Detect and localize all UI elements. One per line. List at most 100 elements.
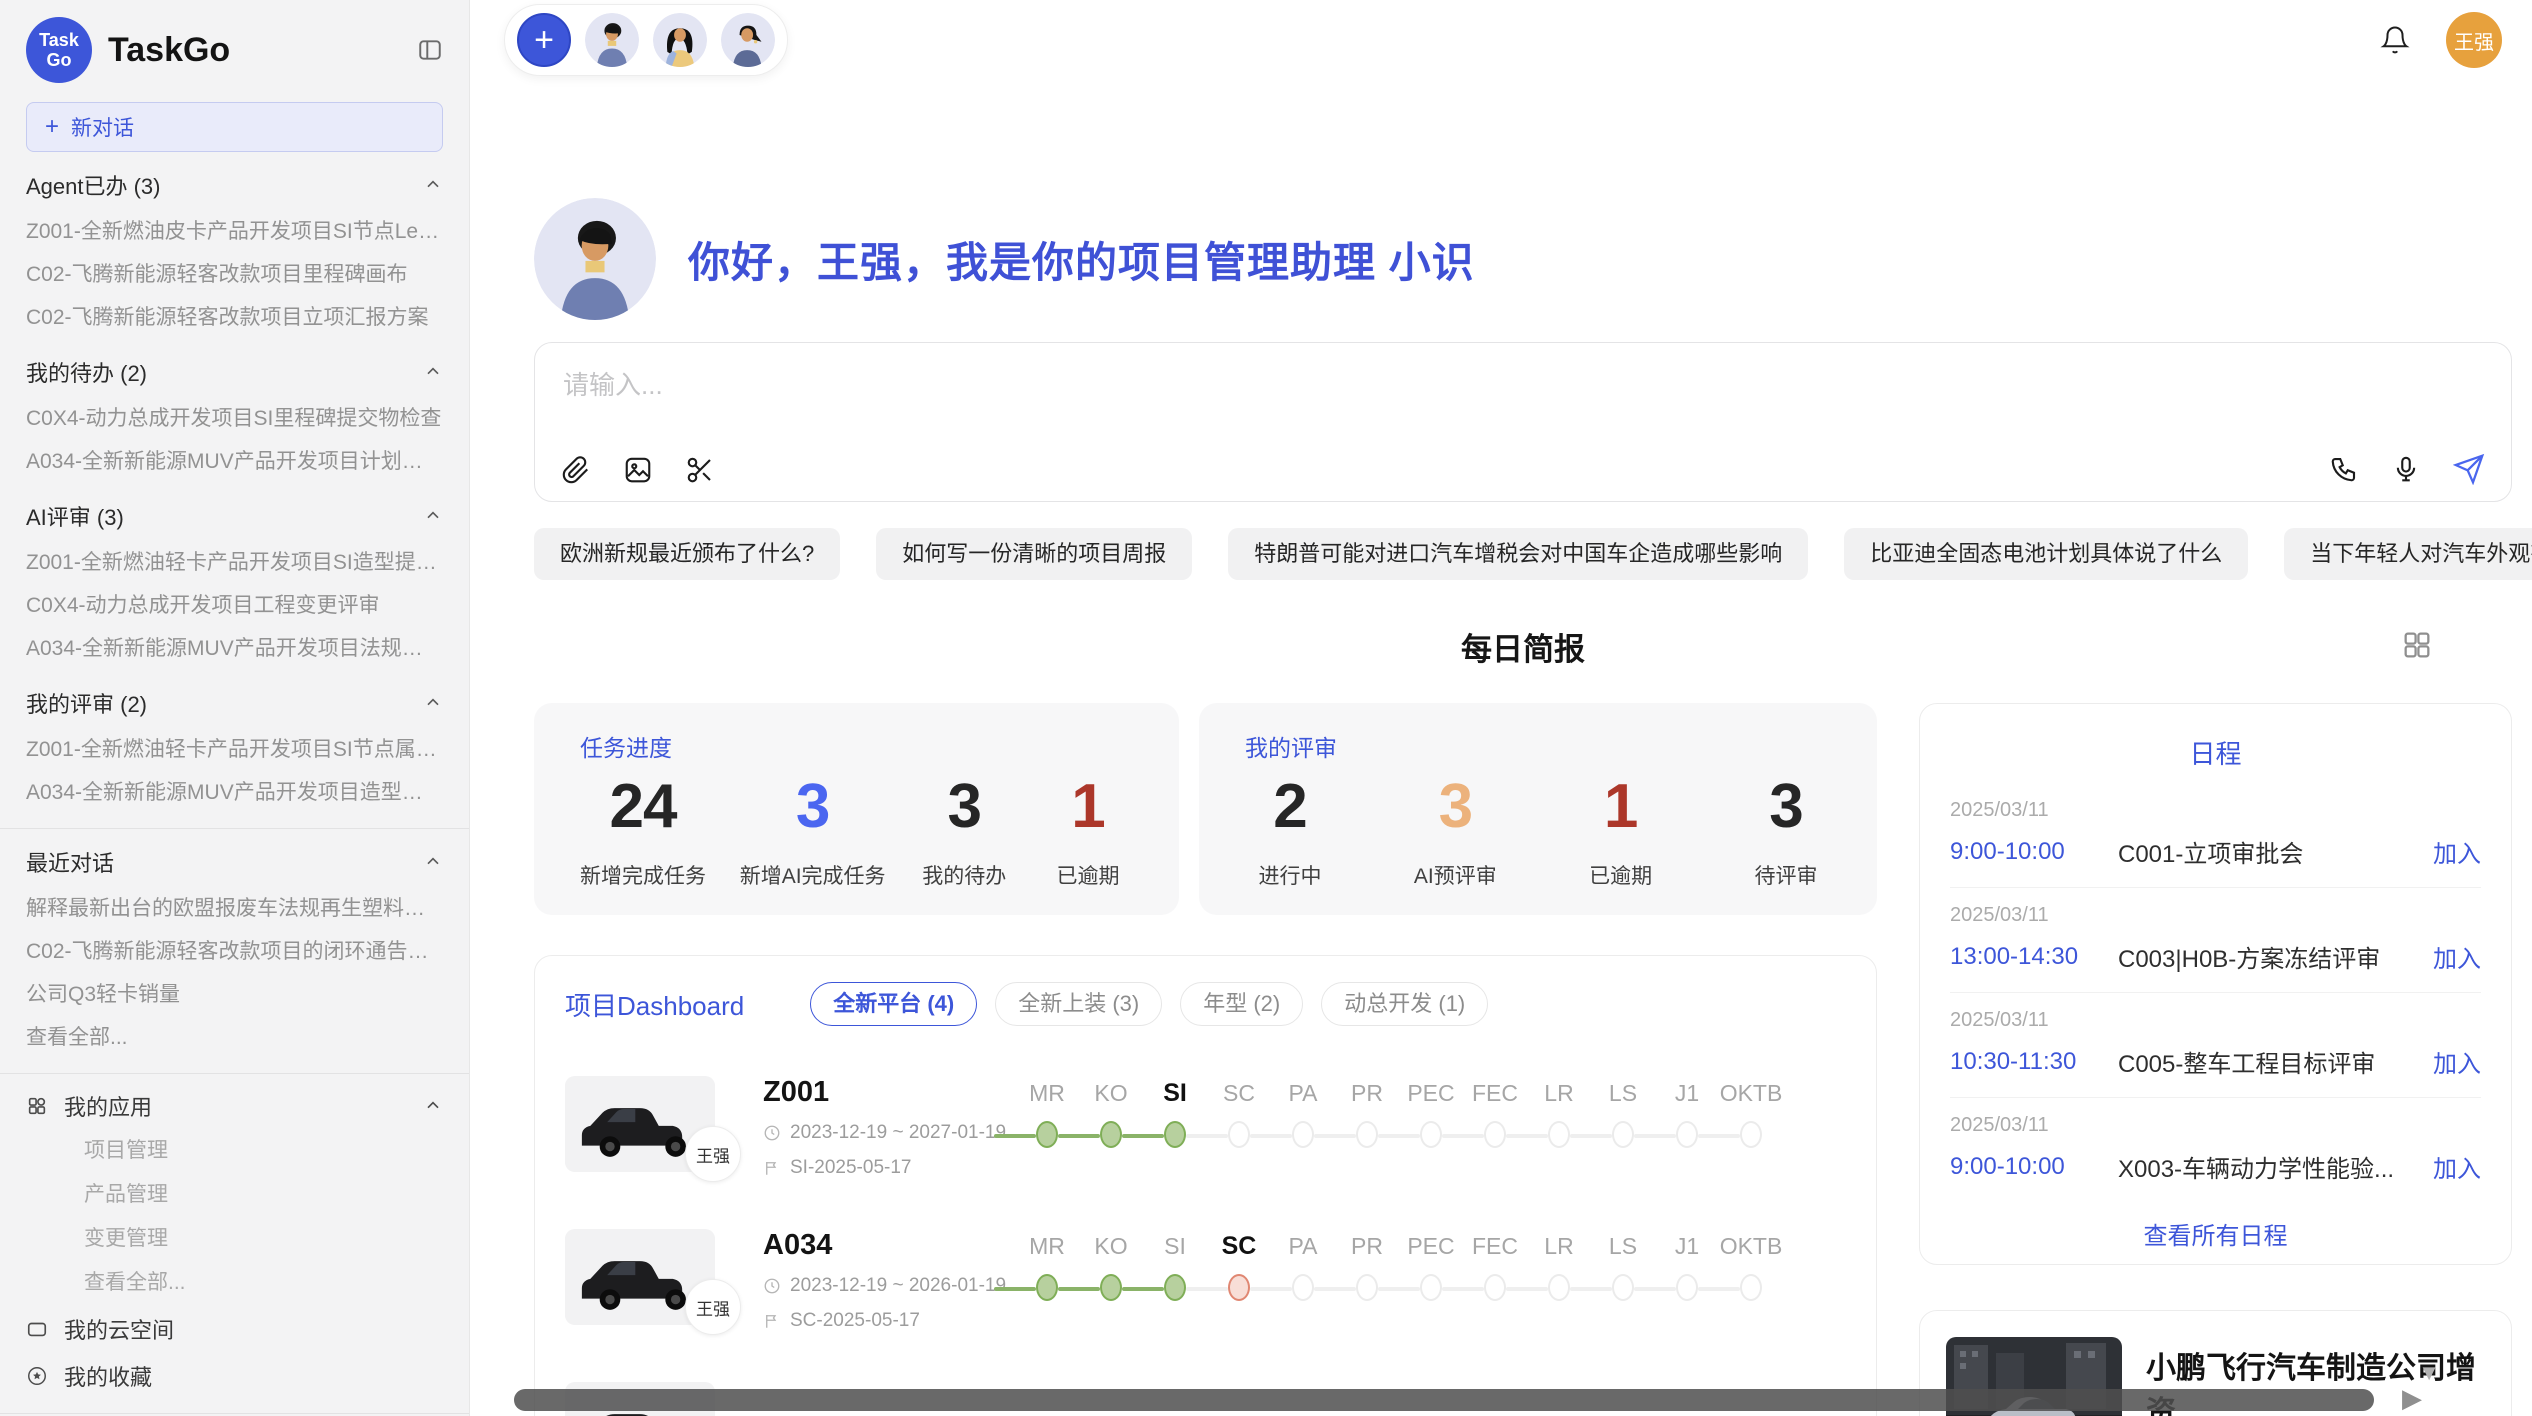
schedule-event-title: C005-整车工程目标评审 [2118,1044,2433,1079]
scroll-right-arrow-icon[interactable]: ▶ [2402,1383,2422,1414]
my-apps-row[interactable]: 我的应用 [26,1082,443,1129]
milestone-dot [1356,1121,1378,1148]
sidebar-task-item[interactable]: C02-飞腾新能源轻客改款项目里程碑画布 [26,253,443,296]
stat-label: 已逾期 [1576,860,1666,890]
chevron-up-icon[interactable] [423,175,443,195]
my-cloud-row[interactable]: 我的云空间 [26,1305,443,1352]
app-sub-item[interactable]: 产品管理 [26,1173,443,1217]
join-link[interactable]: 加入 [2433,1149,2481,1184]
sidebar-task-item[interactable]: Z001-全新燃油皮卡产品开发项目SI节点Lesson Learn报告 [26,210,443,253]
join-link[interactable]: 加入 [2433,939,2481,974]
chevron-up-icon[interactable] [423,1096,443,1116]
add-agent-button[interactable]: + [517,13,571,67]
stat-label: 我的待办 [919,860,1009,890]
image-icon[interactable] [623,455,653,485]
project-row-z001[interactable]: 王强 Z001 2023-12-19 ~ 2027-01-19 [565,1076,1846,1179]
project-filter-tab[interactable]: 全新上装 (3) [995,982,1162,1026]
stats-row: 任务进度 24 新增完成任务 3 [534,703,1877,915]
greeting-block: 你好，王强，我是你的项目管理助理 小识 [534,198,2512,320]
microphone-icon[interactable] [2391,454,2421,484]
new-chat-button[interactable]: + 新对话 [26,102,443,152]
milestone-dot [1356,1274,1378,1301]
app-sub-item[interactable]: 查看全部... [26,1261,443,1305]
task-progress-card: 任务进度 24 新增完成任务 3 [534,703,1179,915]
user-avatar[interactable]: 王强 [2446,12,2502,68]
recent-chat-item[interactable]: 解释最新出台的欧盟报废车法规再生塑料比例被调至15%... [26,887,443,930]
milestone-dot [1292,1121,1314,1148]
scissors-icon[interactable] [685,455,715,485]
join-link[interactable]: 加入 [2433,834,2481,869]
stat-value: 2 [1245,771,1335,842]
milestone-label: LR [1544,1078,1573,1108]
milestone-label: PA [1289,1231,1318,1261]
app-title: TaskGo [108,31,230,70]
suggestion-chip[interactable]: 比亚迪全固态电池计划具体说了什么 [1844,528,2248,580]
recent-view-all[interactable]: 查看全部... [26,1016,443,1059]
milestone-label: KO [1094,1078,1127,1108]
milestone-dot [1740,1274,1762,1301]
project-filter-tab[interactable]: 年型 (2) [1180,982,1303,1026]
sidebar-task-item[interactable]: C02-飞腾新能源轻客改款项目立项汇报方案 [26,296,443,339]
horizontal-scrollbar-thumb[interactable] [514,1389,2374,1411]
message-input[interactable] [561,363,2485,427]
recent-chat-item[interactable]: 公司Q3轻卡销量 [26,973,443,1016]
suggestion-chip[interactable]: 欧洲新规最近颁布了什么? [534,528,840,580]
owner-badge: 王强 [685,1279,741,1335]
stat: 3 AI预评审 [1410,771,1500,890]
greeting-text: 你好，王强，我是你的项目管理助理 小识 [688,229,1475,290]
milestone-dot [1484,1121,1506,1148]
project-row-a034[interactable]: 王强 A034 2023-12-19 ~ 2026-01-19 [565,1229,1846,1332]
sidebar-task-item[interactable]: A034-全新新能源MUV产品开发项目法规符合性评审 [26,627,443,670]
sidebar-task-item[interactable]: A034-全新新能源MUV产品开发项目造型可行性评审 [26,771,443,814]
suggestion-chip[interactable]: 特朗普可能对进口汽车增税会对中国车企造成哪些影响 [1228,528,1808,580]
chevron-up-icon[interactable] [423,693,443,713]
phone-icon[interactable] [2329,454,2359,484]
view-all-schedule-link[interactable]: 查看所有日程 [1950,1216,2481,1251]
send-icon[interactable] [2453,453,2485,485]
daily-brief-header: 每日简报 [534,624,2512,669]
flag-icon [763,1312,781,1330]
stat-value: 3 [919,771,1009,842]
sidebar-task-item[interactable]: C0X4-动力总成开发项目工程变更评审 [26,584,443,627]
composer-actions [2329,453,2485,485]
suggestion-chip[interactable]: 当下年轻人对汽车外观有怎样的喜好趋势 [2284,528,2532,580]
composer-attachments [561,455,715,485]
project-filter-tab[interactable]: 动总开发 (1) [1321,982,1488,1026]
app-sub-item[interactable]: 项目管理 [26,1129,443,1173]
stat: 1 已逾期 [1043,771,1133,890]
paperclip-icon[interactable] [561,455,591,485]
project-date-range: 2023-12-19 ~ 2026-01-19 [790,1275,1006,1297]
stat-value: 24 [580,771,706,842]
recent-chat-item[interactable]: C02-飞腾新能源轻客改款项目的闭环通告反馈情况 [26,930,443,973]
sidebar-task-item[interactable]: C0X4-动力总成开发项目SI里程碑提交物检查 [26,397,443,440]
schedule-item: 2025/03/11 10:30-11:30 C005-整车工程目标评审 加入 [1950,993,2481,1098]
my-apps-label: 我的应用 [64,1090,152,1122]
agent-avatar-man[interactable] [585,13,639,67]
agent-avatar-woman-ponytail[interactable] [721,13,775,67]
sidebar-task-item[interactable]: Z001-全新燃油轻卡产品开发项目SI造型提交物评审 [26,541,443,584]
sidebar-task-item[interactable]: Z001-全新燃油轻卡产品开发项目SI节点属性5D文件评审 [26,728,443,771]
chevron-up-icon[interactable] [423,506,443,526]
layout-grid-icon[interactable] [2400,628,2434,662]
project-filter-tab[interactable]: 全新平台 (4) [810,982,977,1026]
stat-label: 新增完成任务 [580,860,706,890]
milestone-label: J1 [1675,1078,1699,1108]
sidebar-collapse-icon[interactable] [417,37,443,63]
join-link[interactable]: 加入 [2433,1044,2481,1079]
sidebar-task-item[interactable]: A034-全新新能源MUV产品开发项目计划变更表编写 [26,440,443,483]
milestone-dot [1228,1274,1250,1301]
milestone-label: PEC [1407,1231,1454,1261]
notification-bell-icon[interactable] [2380,25,2410,55]
assistant-avatar [534,198,656,320]
milestone-dot [1036,1274,1058,1301]
chevron-up-icon[interactable] [423,852,443,872]
agent-avatar-woman-long-hair[interactable] [653,13,707,67]
suggestion-chip[interactable]: 如何写一份清晰的项目周报 [876,528,1192,580]
scroll-down-arrow-icon[interactable]: ▼ [2418,1360,2440,1386]
milestone-dot [1164,1274,1186,1301]
app-sub-item[interactable]: 变更管理 [26,1217,443,1261]
app-window: Task Go TaskGo + 新对话 Agent已办 (3) [0,0,2532,1416]
chevron-up-icon[interactable] [423,362,443,382]
my-favorites-row[interactable]: 我的收藏 [26,1352,443,1399]
message-composer [534,342,2512,502]
